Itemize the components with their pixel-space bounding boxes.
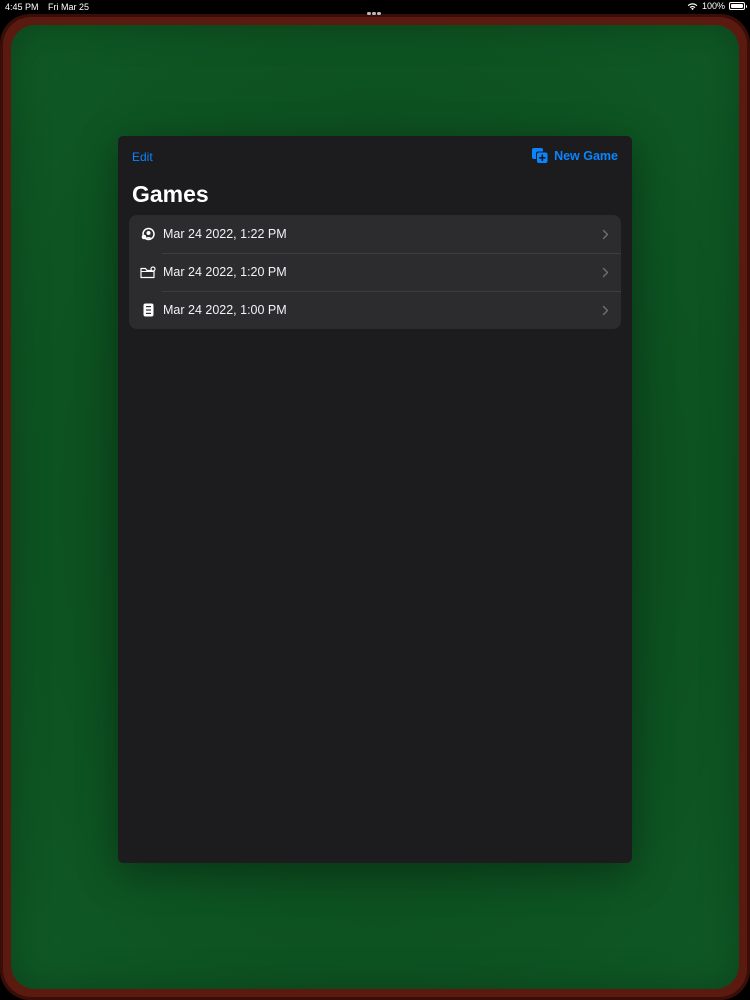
- card-icon: [140, 302, 156, 318]
- battery-icon: [729, 2, 747, 10]
- screen: 4:45 PM Fri Mar 25 100% Edit New Game Ga…: [0, 0, 750, 1000]
- status-right: 100%: [687, 1, 747, 11]
- list-item[interactable]: Mar 24 2022, 1:22 PM: [129, 215, 621, 253]
- wifi-icon: [687, 2, 698, 10]
- page-title: Games: [132, 181, 209, 207]
- status-date: Fri Mar 25: [48, 2, 90, 12]
- new-game-button[interactable]: New Game: [531, 147, 618, 164]
- game-date-label: Mar 24 2022, 1:00 PM: [163, 303, 287, 317]
- chevron-right-icon: [602, 267, 609, 277]
- status-time: 4:45 PM: [5, 2, 39, 12]
- folder-icon: [140, 264, 156, 280]
- chevron-right-icon: [602, 305, 609, 315]
- games-sheet: Edit New Game Games Mar 24 2022, 1:22 PM…: [118, 136, 632, 863]
- list-item[interactable]: Mar 24 2022, 1:20 PM: [129, 253, 621, 291]
- multitasking-dots-icon[interactable]: [367, 7, 383, 15]
- battery-percentage: 100%: [701, 1, 725, 11]
- game-date-label: Mar 24 2022, 1:20 PM: [163, 265, 287, 279]
- new-game-label: New Game: [554, 148, 618, 163]
- spider-solitaire-icon: [140, 226, 156, 242]
- new-game-icon: [532, 148, 549, 164]
- chevron-right-icon: [602, 229, 609, 239]
- status-bar: 4:45 PM Fri Mar 25 100%: [0, 0, 750, 15]
- game-date-label: Mar 24 2022, 1:22 PM: [163, 227, 287, 241]
- edit-button[interactable]: Edit: [132, 150, 153, 164]
- list-item[interactable]: Mar 24 2022, 1:00 PM: [129, 291, 621, 329]
- games-list: Mar 24 2022, 1:22 PM Mar 24 2022, 1:20 P…: [129, 215, 621, 329]
